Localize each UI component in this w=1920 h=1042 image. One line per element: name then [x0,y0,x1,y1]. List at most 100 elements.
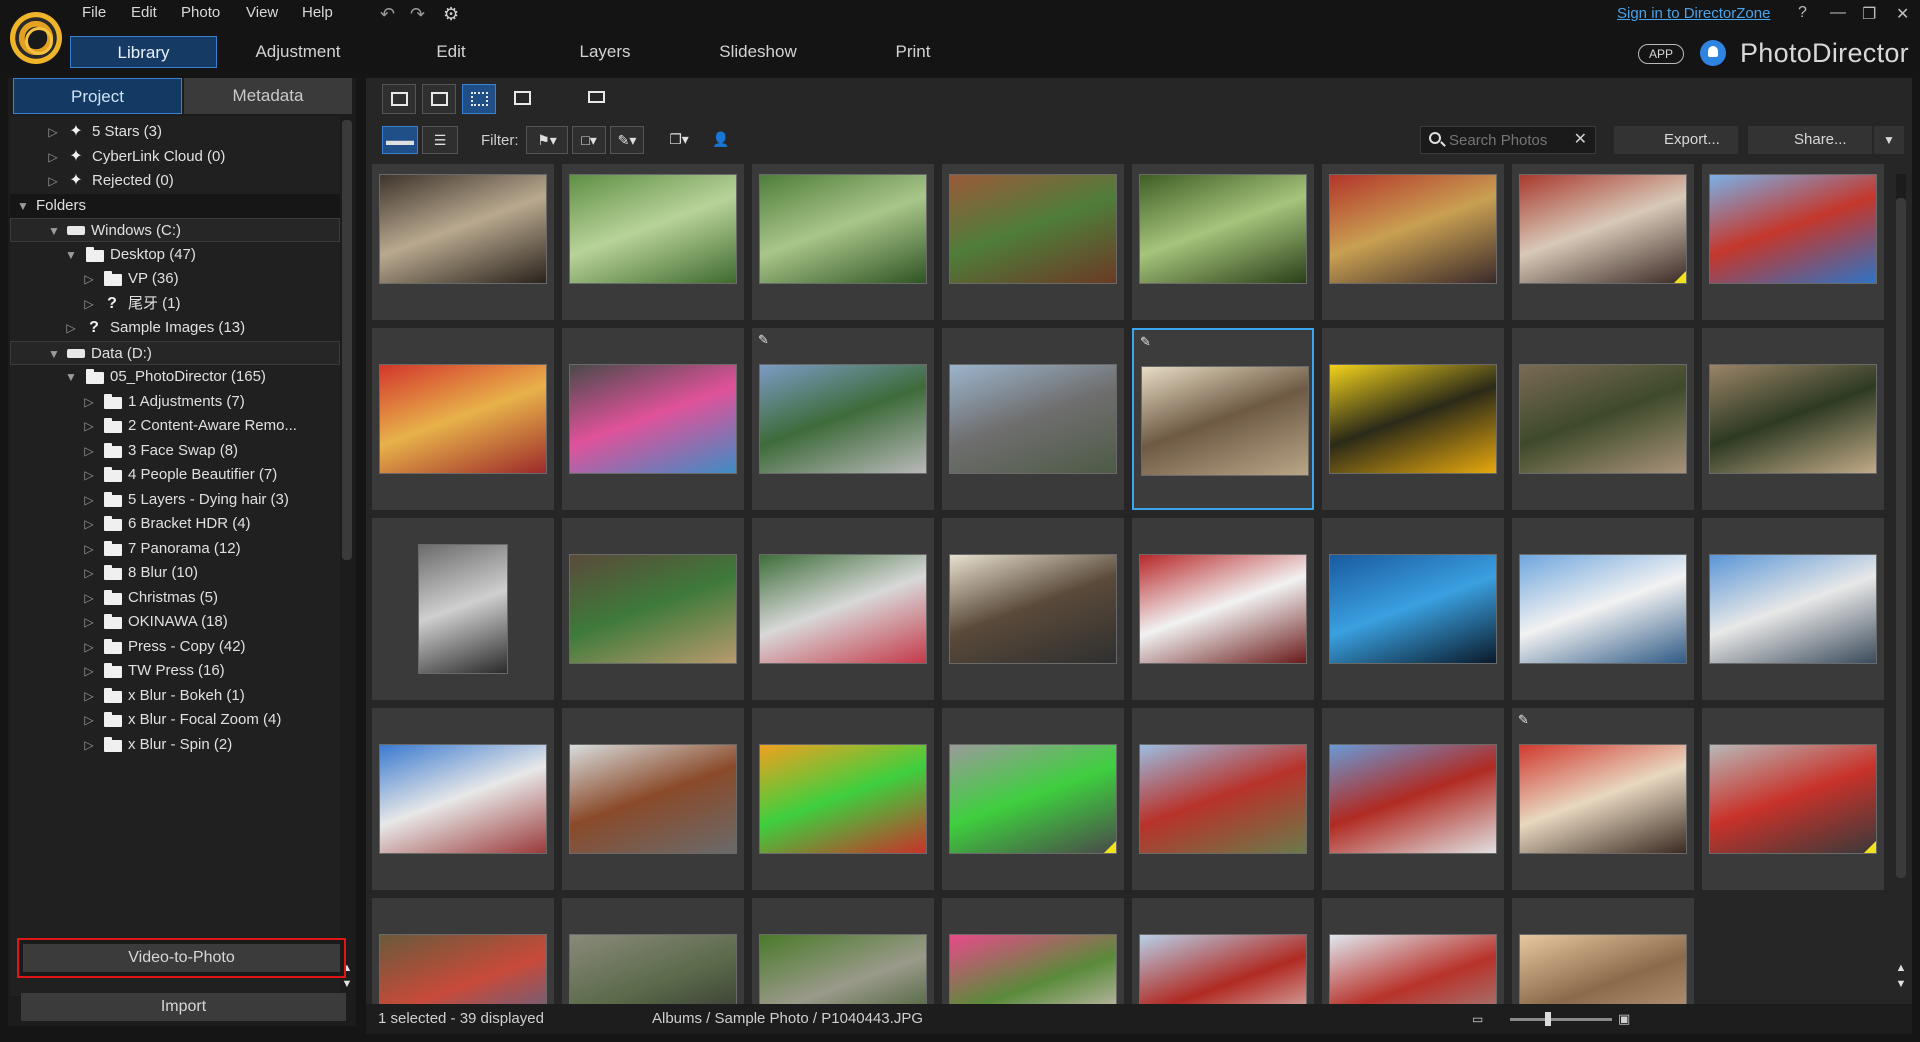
menu-file[interactable]: File [82,4,106,21]
tab-slideshow[interactable]: Slideshow [702,36,814,68]
flag-filter-dropdown[interactable]: ⚑▾ [526,126,568,154]
photo-thumbnail[interactable] [372,164,554,320]
view-single-button[interactable] [422,84,456,114]
collapse-caret-icon[interactable]: ▷ [82,708,96,732]
close-icon[interactable]: ✕ [1896,4,1909,24]
sign-in-link[interactable]: Sign in to DirectorZone [1617,5,1770,22]
photo-thumbnail[interactable] [562,328,744,510]
minimize-icon[interactable]: — [1830,4,1846,22]
expand-caret-icon[interactable]: ▼ [47,342,61,366]
app-badge[interactable]: APP [1638,44,1684,64]
tree-scrollbar[interactable] [342,120,352,560]
tab-layers[interactable]: Layers [554,36,656,68]
photo-thumbnail[interactable] [1512,164,1694,320]
photo-thumbnail[interactable] [1132,898,1314,1004]
photo-thumbnail[interactable] [1512,328,1694,510]
photo-thumbnail[interactable] [1322,518,1504,700]
photo-thumbnail[interactable] [1702,164,1884,320]
tree-item[interactable]: ▷ Christmas (5) [10,586,340,610]
collapse-caret-icon[interactable]: ▷ [82,659,96,683]
collapse-caret-icon[interactable]: ▷ [82,537,96,561]
photo-thumbnail[interactable] [372,708,554,890]
tree-item[interactable]: ▷ 5 Layers - Dying hair (3) [10,488,340,512]
compare-view-button[interactable] [506,84,540,114]
tree-item[interactable]: ▷ x Blur - Bokeh (1) [10,684,340,708]
view-viewer-button[interactable] [382,84,416,114]
thumbnail-mode-button[interactable]: ▬▬ [382,126,418,154]
display-monitor-button[interactable] [580,84,620,114]
tree-item[interactable]: ▷ x Blur - Focal Zoom (4) [10,708,340,732]
menu-edit[interactable]: Edit [131,4,157,21]
menu-help[interactable]: Help [302,4,333,21]
collapse-caret-icon[interactable]: ▷ [82,586,96,610]
tree-item[interactable]: ▷ 3 Face Swap (8) [10,439,340,463]
search-input[interactable] [1449,131,1567,149]
grid-scrollbar[interactable] [1896,174,1906,878]
tree-item[interactable]: ▷ ✦ Rejected (0) [10,169,340,193]
expand-caret-icon[interactable]: ▼ [64,365,78,389]
tree-item[interactable]: ▷ 1 Adjustments (7) [10,390,340,414]
photo-thumbnail[interactable] [752,518,934,700]
photo-thumbnail[interactable] [1322,164,1504,320]
photo-thumbnail[interactable] [1132,164,1314,320]
restore-icon[interactable]: ❐ [1862,4,1876,24]
tree-item[interactable]: ▷ Press - Copy (42) [10,635,340,659]
zoom-out-icon[interactable]: ▭ [1472,1004,1483,1034]
photo-thumbnail[interactable] [1322,328,1504,510]
photo-thumbnail[interactable] [752,708,934,890]
tree-item[interactable]: ▼ 05_PhotoDirector (165) [10,365,340,389]
tab-library[interactable]: Library [70,36,217,68]
settings-gear-icon[interactable]: ⚙ [443,4,459,25]
photo-thumbnail[interactable]: ✎ [1132,328,1314,510]
photo-thumbnail[interactable] [752,164,934,320]
photo-thumbnail[interactable] [562,518,744,700]
photo-thumbnail[interactable] [942,898,1124,1004]
photo-thumbnail[interactable]: ✎ [752,328,934,510]
collapse-caret-icon[interactable]: ▷ [46,145,60,169]
collapse-caret-icon[interactable]: ▷ [82,463,96,487]
tree-item[interactable]: ▷ 2 Content-Aware Remo... [10,414,340,438]
collapse-caret-icon[interactable]: ▷ [82,267,96,291]
tab-edit[interactable]: Edit [400,36,502,68]
collapse-caret-icon[interactable]: ▷ [64,316,78,340]
photo-thumbnail[interactable] [1512,518,1694,700]
expand-caret-icon[interactable]: ▼ [47,219,61,243]
label-filter-dropdown[interactable]: □▾ [572,126,606,154]
clear-search-icon[interactable]: ✕ [1574,129,1587,149]
tree-item[interactable]: ▷ x Blur - Spin (2) [10,733,340,757]
menu-view[interactable]: View [246,4,278,21]
tab-metadata[interactable]: Metadata [184,78,352,114]
photo-thumbnail[interactable] [1512,898,1694,1004]
collapse-caret-icon[interactable]: ▷ [82,439,96,463]
expand-caret-icon[interactable]: ▼ [64,243,78,267]
tree-item[interactable]: ▷ 4 People Beautifier (7) [10,463,340,487]
tree-item[interactable]: ▼ Data (D:) [10,340,340,366]
photo-thumbnail[interactable] [562,898,744,1004]
notification-bell-icon[interactable] [1700,40,1726,66]
collapse-caret-icon[interactable]: ▷ [82,512,96,536]
photo-thumbnail[interactable] [1702,518,1884,700]
tree-item[interactable]: ▷ ✦ 5 Stars (3) [10,120,340,144]
photo-thumbnail[interactable] [752,898,934,1004]
photo-thumbnail[interactable]: ✎ [1512,708,1694,890]
photo-thumbnail[interactable] [562,164,744,320]
photo-thumbnail[interactable] [942,708,1124,890]
grid-scroll-thumb[interactable] [1896,198,1906,878]
photo-thumbnail[interactable] [942,164,1124,320]
tree-item[interactable]: ▷ VP (36) [10,267,340,291]
collapse-caret-icon[interactable]: ▷ [82,390,96,414]
search-box[interactable]: ✕ [1420,126,1596,154]
expand-caret-icon[interactable]: ▼ [16,194,30,218]
edit-filter-dropdown[interactable]: ✎▾ [610,126,644,154]
photo-thumbnail[interactable] [372,328,554,510]
photo-thumbnail[interactable] [372,898,554,1004]
photo-thumbnail[interactable] [1322,708,1504,890]
tree-item[interactable]: ▷ OKINAWA (18) [10,610,340,634]
tab-project[interactable]: Project [13,78,182,114]
tree-section-header[interactable]: ▼ Folders [10,193,340,218]
import-button[interactable]: Import [21,993,346,1021]
photo-thumbnail[interactable] [1132,708,1314,890]
tree-item[interactable]: ▷ ✦ CyberLink Cloud (0) [10,145,340,169]
stack-dropdown[interactable]: ❐▾ [662,126,696,154]
zoom-control[interactable]: ▭ ▣ [1472,1004,1632,1034]
